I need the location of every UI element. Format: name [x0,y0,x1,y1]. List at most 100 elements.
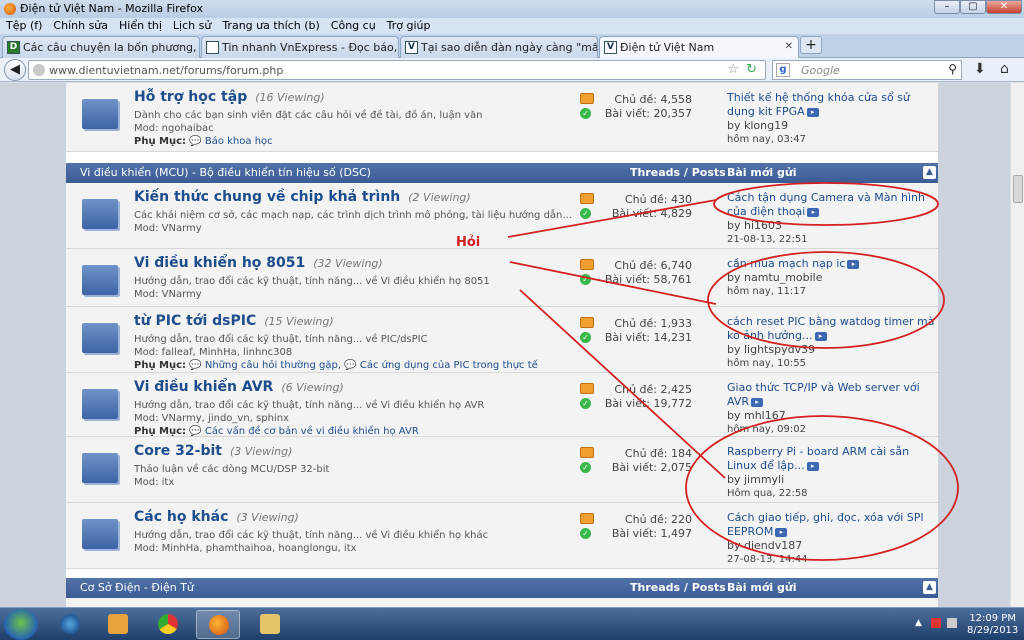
go-to-post-icon[interactable]: ▸ [814,331,827,341]
site-identity-icon[interactable] [33,64,45,76]
forum-folder-icon [82,199,118,229]
last-post-title[interactable]: Cách giao tiếp, ghi, đọc, xóa với SPI EE… [727,511,924,538]
last-post-title[interactable]: cần mua mạch nạp ic [727,257,845,270]
last-post-author[interactable]: by hi1603 [727,219,937,233]
url-bar[interactable]: www.dientuvietnam.net/forums/forum.php ☆… [28,60,766,80]
last-post-title[interactable]: Cách tận dụng Camera và Màn hình của điệ… [727,191,925,218]
forum-row: từ PIC tới dsPIC (15 Viewing) Hướng dẫn, … [66,307,938,373]
media-player-icon [108,614,128,634]
post-count: Bài viết: 4,829 [611,207,692,220]
last-post-author[interactable]: by jimmyli [727,473,937,487]
forum-row: Vi điều khiển AVR (6 Viewing) Hướng dẫn, … [66,373,938,437]
last-post-header: Bài mới gửi [727,581,797,594]
tab-3[interactable]: V Tại sao diễn đàn ngày càng "mất lửa"..… [400,36,598,58]
back-button[interactable]: ◀ [4,59,26,81]
search-placeholder[interactable]: Google [801,64,840,77]
menu-history[interactable]: Lịch sử [167,18,216,32]
sub-forums: Phụ Mục: 💬 Các vấn đề cơ bản về vi điều … [134,426,419,437]
go-to-post-icon[interactable]: ▸ [847,259,860,269]
viewing-count: (32 Viewing) [313,257,383,270]
menu-bookmarks[interactable]: Trang ưa thích (b) [216,18,324,32]
close-tab-icon[interactable]: ✕ [785,41,793,52]
last-post-time: hôm nay, 11:17 [727,286,806,297]
go-to-post-icon[interactable]: ▸ [751,397,763,407]
forum-moderators: Mod: VNarmy, jindo_vn, sphinx [134,413,289,424]
maximize-button[interactable]: ▢ [960,0,986,14]
taskbar-firefox[interactable] [196,610,240,639]
menu-edit[interactable]: Chỉnh sửa [47,18,113,32]
tab-2[interactable]: Tin nhanh VnExpress - Đọc báo, tin tứ... [201,36,399,58]
menu-help[interactable]: Trợ giúp [381,18,436,32]
forum-row: Core 32-bit (3 Viewing) Thảo luận về các … [66,437,938,503]
go-to-post-icon[interactable]: ▸ [807,207,820,217]
action-center-icon[interactable] [931,618,941,628]
clock-time: 12:09 PM [969,613,1016,624]
section-header-electrical: Cơ Sở Điện - Điện Tử Threads / Posts Bài… [66,578,938,598]
last-post-author[interactable]: by diendv187 [727,539,937,553]
viewing-count: (6 Viewing) [281,381,344,394]
page-viewport: Hỗ trợ học tập (16 Viewing) Dành cho các … [0,83,1010,607]
last-post-author[interactable]: by lightspydv39 [727,343,937,357]
last-post-author[interactable]: by klong19 [727,119,937,133]
menu-file[interactable]: Tệp (f) [0,18,47,32]
sub-forum-link[interactable]: Những câu hỏi thường gặp, [205,360,341,371]
forum-title[interactable]: Hỗ trợ học tập [134,89,247,105]
last-post-author[interactable]: by namtu_mobile [727,271,937,285]
scrollbar-thumb[interactable] [1013,175,1023,203]
sub-forum-link[interactable]: Báo khoa học [205,136,273,147]
sub-forums-label: Phụ Mục: [134,360,187,371]
show-hidden-icons[interactable]: ▲ [915,618,922,628]
tab-4-active[interactable]: V Điện tử Việt Nam ✕ [599,36,799,59]
search-icon[interactable]: ⚲ [948,62,957,76]
firefox-icon [209,615,229,635]
last-post-time: Hôm qua, 22:58 [727,488,808,499]
sub-forum-link[interactable]: Các ứng dụng của PIC trong thực tế [360,360,538,371]
go-to-post-icon[interactable]: ▸ [806,107,819,117]
forum-title[interactable]: Các họ khác [134,509,228,525]
vertical-scrollbar[interactable] [1010,83,1024,607]
reload-icon[interactable]: ↻ [746,62,757,77]
forum-title[interactable]: Kiến thức chung về chip khả trình [134,189,400,205]
new-tab-button[interactable]: + [800,36,822,54]
forum-description: Các khái niệm cơ sở, các mạch nạp, các t… [134,210,572,221]
tab-favicon: V [604,41,617,54]
forum-title[interactable]: Vi điều khiển AVR [134,379,273,395]
last-post-title[interactable]: cách reset PIC bằng watdog timer mà ko ả… [727,315,934,342]
go-to-post-icon[interactable]: ▸ [806,461,819,471]
clock[interactable]: 12:09 PM 8/29/2013 [967,613,1018,637]
download-icon[interactable]: ⬇ [974,61,986,77]
bookmark-star-icon[interactable]: ☆ [727,62,739,77]
close-window-button[interactable]: ✕ [986,0,1022,14]
tab-1[interactable]: D Các câu chuyện la bốn phương, chuy... [2,36,200,58]
last-post-author[interactable]: by mhl167 [727,409,937,423]
last-post-time: hôm nay, 03:47 [727,134,806,145]
forum-title[interactable]: Core 32-bit [134,443,222,459]
sub-forum-link[interactable]: Các vấn đề cơ bản về vi điều khiển họ AV… [205,426,419,437]
go-to-post-icon[interactable]: ▸ [775,527,788,537]
section-title[interactable]: Cơ Sở Điện - Điện Tử [80,581,194,594]
collapse-icon[interactable]: ▲ [923,581,936,594]
home-icon[interactable]: ⌂ [1000,61,1009,77]
forum-title[interactable]: Vi điều khiển họ 8051 [134,255,305,271]
topic-count: Chủ đề: 1,933 [614,317,692,330]
post-count: Bài viết: 1,497 [611,527,692,540]
clock-date: 8/29/2013 [967,625,1019,636]
forum-moderators: Mod: falleaf, MinhHa, linhnc308 [134,347,293,358]
google-engine-icon[interactable]: g [776,63,790,77]
search-box[interactable]: g Google ⚲ [772,60,962,80]
url-text[interactable]: www.dientuvietnam.net/forums/forum.php [49,64,283,77]
forum-title[interactable]: từ PIC tới dsPIC [134,313,256,329]
volume-icon[interactable] [947,618,957,628]
taskbar-chrome[interactable] [146,610,190,639]
collapse-icon[interactable]: ▲ [923,166,936,179]
section-title[interactable]: Vi điều khiển (MCU) - Bộ điều khiển tín … [80,166,371,179]
taskbar-media-player[interactable] [96,610,140,639]
tab-favicon: D [7,41,20,54]
menu-tools[interactable]: Công cụ [325,18,381,32]
taskbar-explorer[interactable] [248,610,292,639]
menu-view[interactable]: Hiển thị [113,18,167,32]
taskbar-ie[interactable] [48,610,92,639]
minimize-button[interactable]: – [934,0,960,14]
threads-posts-header: Threads / Posts [630,166,726,179]
start-button[interactable] [4,609,38,640]
